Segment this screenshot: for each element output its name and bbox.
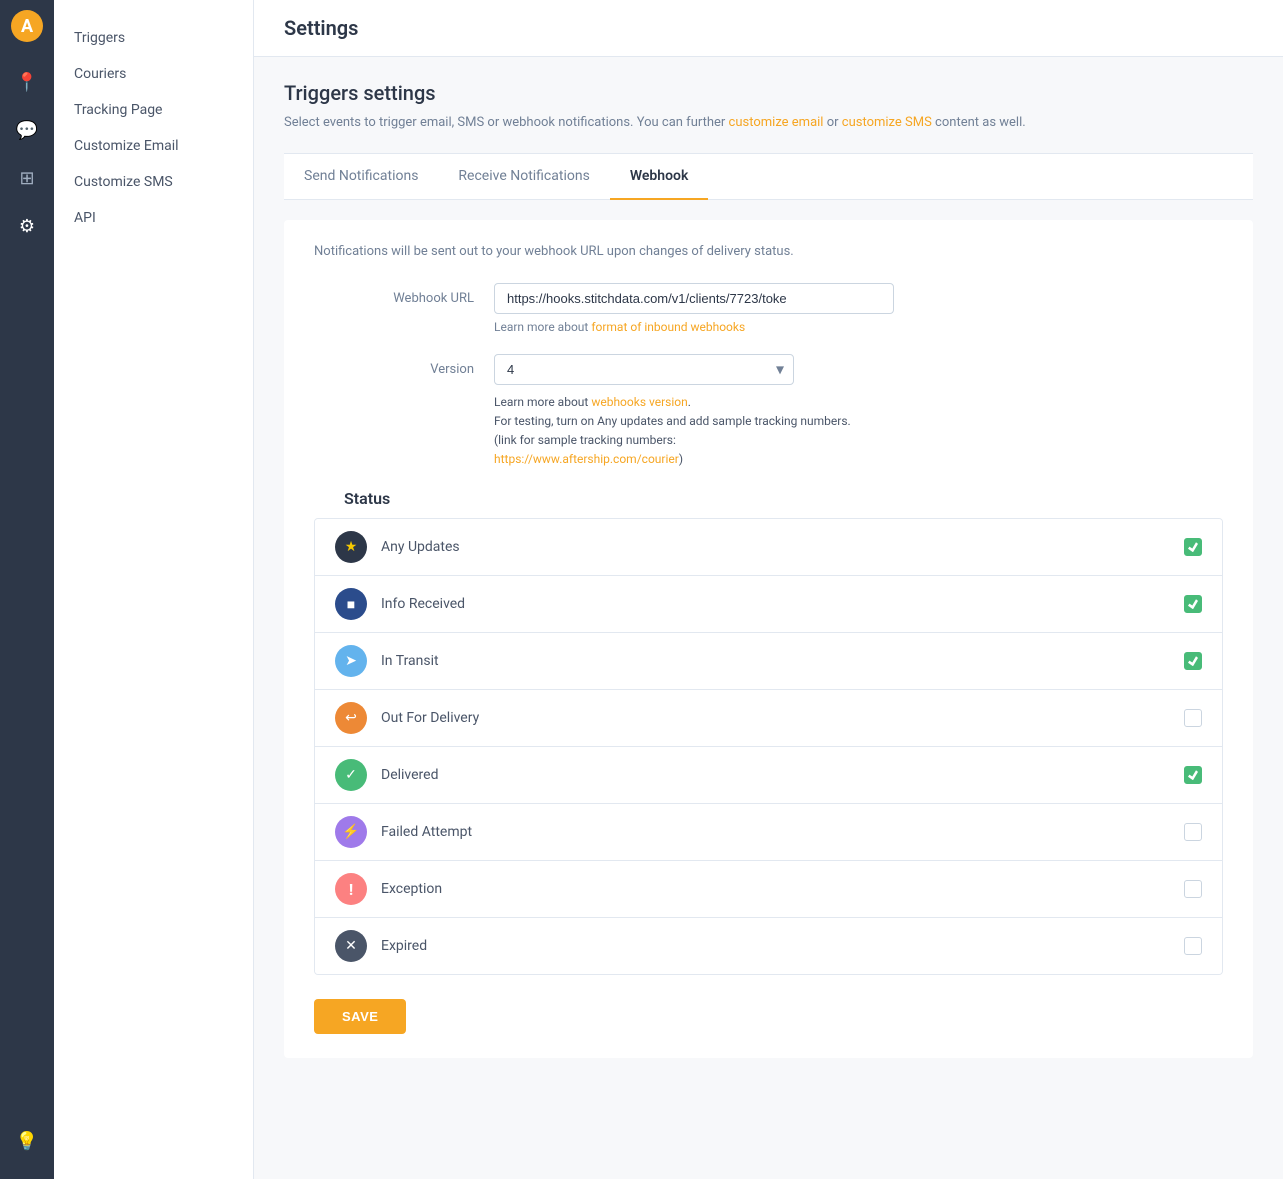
nav-item-customize-email[interactable]: Customize Email [54,128,253,164]
version-row: Version 4 3 2 1 ▾ Learn more about webho [314,354,1223,470]
sample-tracking-link[interactable]: https://www.aftership.com/courier [494,452,679,466]
sidebar: A 📍 💬 ⊞ ⚙ 💡 [0,0,54,1179]
in-transit-icon: ➤ [335,645,367,677]
status-section: Status ★ Any Updates ■ Info Received [314,489,1223,975]
expired-toggle[interactable] [1184,937,1202,955]
failed-attempt-label: Failed Attempt [381,824,1184,840]
status-row-info-received: ■ Info Received [315,576,1222,633]
customize-email-link[interactable]: customize email [729,115,824,130]
left-nav: Triggers Couriers Tracking Page Customiz… [54,0,254,1179]
webhook-url-field: Learn more about format of inbound webho… [494,283,1223,334]
out-for-delivery-label: Out For Delivery [381,710,1184,726]
settings-icon[interactable]: ⚙ [7,206,47,246]
webhook-url-help: Learn more about format of inbound webho… [494,320,1223,334]
page-title: Settings [284,16,1253,40]
chat-icon[interactable]: 💬 [7,110,47,150]
grid-icon[interactable]: ⊞ [7,158,47,198]
failed-attempt-toggle[interactable] [1184,823,1202,841]
status-row-delivered: ✓ Delivered [315,747,1222,804]
nav-item-triggers[interactable]: Triggers [54,20,253,56]
delivered-toggle[interactable] [1184,766,1202,784]
nav-item-tracking-page[interactable]: Tracking Page [54,92,253,128]
out-for-delivery-toggle[interactable] [1184,709,1202,727]
webhook-url-row: Webhook URL Learn more about format of i… [314,283,1223,334]
nav-item-customize-sms[interactable]: Customize SMS [54,164,253,200]
any-updates-label: Any Updates [381,539,1184,555]
version-notes: Learn more about webhooks version. For t… [494,393,854,470]
webhook-url-label: Webhook URL [314,283,494,306]
status-section-title: Status [314,489,1223,508]
expired-icon: ✕ [335,930,367,962]
page-header: Settings [254,0,1283,57]
expired-label: Expired [381,938,1184,954]
customize-sms-link[interactable]: customize SMS [842,115,932,130]
status-row-expired: ✕ Expired [315,918,1222,974]
section-description: Select events to trigger email, SMS or w… [284,113,1253,133]
format-webhook-link[interactable]: format of inbound webhooks [591,320,745,334]
webhook-url-input[interactable] [494,283,894,314]
exception-label: Exception [381,881,1184,897]
delivered-label: Delivered [381,767,1184,783]
exception-icon: ! [335,873,367,905]
exception-toggle[interactable] [1184,880,1202,898]
out-for-delivery-icon: ↩ [335,702,367,734]
status-table: ★ Any Updates ■ Info Received ➤ In Trans… [314,518,1223,975]
info-received-toggle[interactable] [1184,595,1202,613]
webhook-form: Notifications will be sent out to your w… [284,220,1253,1059]
version-select[interactable]: 4 3 2 1 [494,354,794,385]
version-label: Version [314,354,494,377]
nav-item-api[interactable]: API [54,200,253,236]
version-select-wrapper: 4 3 2 1 ▾ [494,354,794,385]
status-row-out-for-delivery: ↩ Out For Delivery [315,690,1222,747]
content-area: Triggers settings Select events to trigg… [254,57,1283,1082]
version-field: 4 3 2 1 ▾ Learn more about webhooks vers… [494,354,1223,470]
status-row-exception: ! Exception [315,861,1222,918]
nav-item-couriers[interactable]: Couriers [54,56,253,92]
tab-receive-notifications[interactable]: Receive Notifications [438,154,609,200]
webhooks-version-link[interactable]: webhooks version [591,395,687,409]
save-button[interactable]: SAVE [314,999,406,1034]
delivered-icon: ✓ [335,759,367,791]
bulb-icon[interactable]: 💡 [7,1121,47,1161]
location-pin-icon[interactable]: 📍 [7,62,47,102]
in-transit-toggle[interactable] [1184,652,1202,670]
failed-attempt-icon: ⚡ [335,816,367,848]
section-title: Triggers settings [284,81,1253,105]
status-row-in-transit: ➤ In Transit [315,633,1222,690]
info-received-label: Info Received [381,596,1184,612]
triggers-settings-section: Triggers settings Select events to trigg… [284,81,1253,133]
info-received-icon: ■ [335,588,367,620]
status-row-failed-attempt: ⚡ Failed Attempt [315,804,1222,861]
status-row-any-updates: ★ Any Updates [315,519,1222,576]
in-transit-label: In Transit [381,653,1184,669]
main-content: Settings Triggers settings Select events… [254,0,1283,1179]
any-updates-toggle[interactable] [1184,538,1202,556]
tab-send-notifications[interactable]: Send Notifications [284,154,438,200]
tabs-container: Send Notifications Receive Notifications… [284,154,1253,200]
webhook-description: Notifications will be sent out to your w… [314,244,1223,259]
tab-webhook[interactable]: Webhook [610,154,709,200]
any-updates-icon: ★ [335,531,367,563]
app-logo[interactable]: A [11,10,43,42]
